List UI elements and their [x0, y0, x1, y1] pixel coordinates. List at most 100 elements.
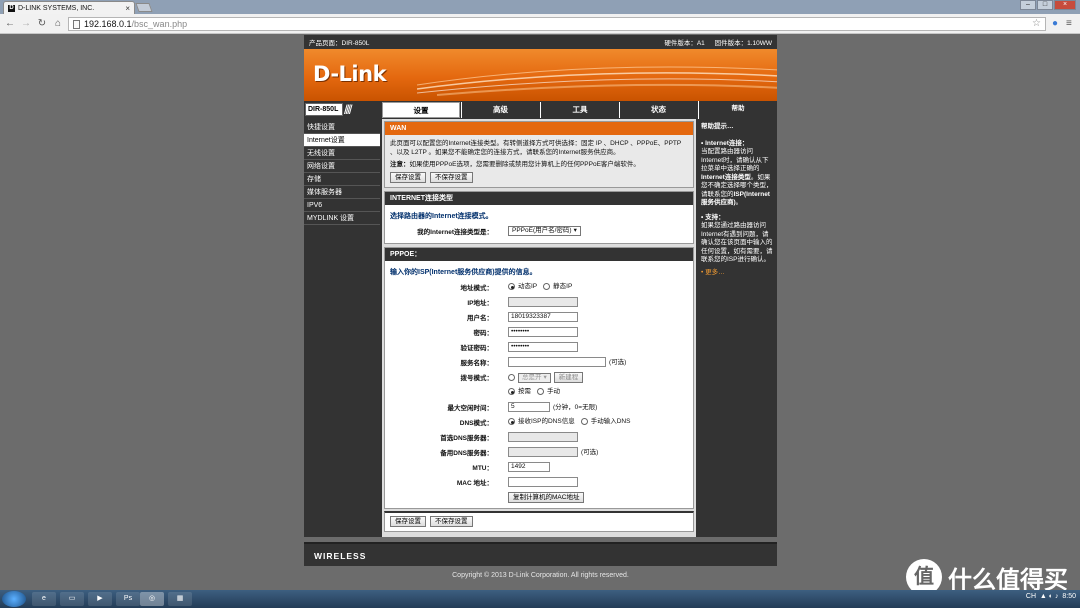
side-item-storage[interactable]: 存储 [304, 173, 380, 186]
main-content: WAN 此页面可以配置您的Internet连接类型。有转侧道择方式可供选择：固定… [382, 119, 696, 537]
wan-panel: WAN 此页面可以配置您的Internet连接类型。有转侧道择方式可供选择：固定… [384, 121, 694, 188]
fw-version: 固件版本：1.10WW [714, 40, 772, 47]
maximize-button[interactable]: □ [1037, 0, 1053, 10]
home-icon[interactable]: ⌂ [52, 18, 64, 30]
media-icon[interactable]: ▶ [88, 592, 112, 606]
tab-close-icon[interactable]: × [125, 4, 130, 13]
tray-clock[interactable]: 8:50 [1062, 593, 1076, 600]
back-arrow-icon[interactable]: ← [4, 18, 16, 30]
side-item-internet[interactable]: Internet设置 [304, 134, 380, 147]
password-input[interactable]: •••••••• [508, 327, 578, 337]
wan-body: 此页面可以配置您的Internet连接类型。有转侧道择方式可供选择：固定 IP … [385, 135, 693, 187]
browser-tab[interactable]: D D-LINK SYSTEMS, INC. × [3, 1, 135, 14]
bottom-buttons-panel: 保存设置 不保存设置 [384, 511, 694, 532]
wireless-footer: WIRELESS [304, 542, 777, 566]
conn-type-body: 选择路由器的Internet连接模式。 我的Internet连接类型是： PPP… [385, 205, 693, 243]
conn-type-label: 我的Internet连接类型是： [417, 229, 493, 236]
addr-mode-label: 地址模式： [460, 285, 494, 292]
manual-radio[interactable] [537, 388, 544, 395]
username-input[interactable]: 18019323387 [508, 312, 578, 322]
save-button-top[interactable]: 保存设置 [390, 172, 426, 183]
conn-type-subtitle: 选择路由器的Internet连接模式。 [390, 213, 493, 220]
nosave-button-bottom[interactable]: 不保存设置 [430, 516, 473, 527]
schedule-select[interactable]: 总是开 ▾ [518, 372, 551, 383]
dns-manual-label: 手动输入DNS [590, 418, 631, 425]
tray-lang[interactable]: CH [1026, 593, 1036, 600]
dynamic-ip-radio[interactable] [508, 283, 515, 290]
mtu-input[interactable]: 1492 [508, 462, 550, 472]
static-ip-radio[interactable] [543, 283, 551, 290]
new-schedule-button[interactable]: 新建程 [553, 372, 584, 383]
idle-time-unit: (分钟，0=无限) [553, 403, 598, 411]
schedule-value: 总是开 [522, 373, 542, 381]
windows-start-icon[interactable] [2, 591, 26, 607]
save-button-bottom[interactable]: 保存设置 [390, 516, 426, 527]
ip-input[interactable] [508, 297, 578, 307]
side-item-network[interactable]: 网络设置 [304, 160, 380, 173]
ps-icon[interactable]: Ps [116, 592, 140, 606]
side-item-ipv6[interactable]: IPV6 [304, 199, 380, 212]
on-demand-label: 按需 [518, 388, 531, 395]
model-slashes: //// [344, 102, 353, 117]
secondary-dns-optional: (可选) [581, 448, 599, 456]
app-icon[interactable]: ▦ [168, 592, 192, 606]
url-host: 192.168.0.1 [84, 19, 132, 29]
side-item-media-server[interactable]: 媒体服务器 [304, 186, 380, 199]
explorer-icon[interactable]: ▭ [60, 592, 84, 606]
forward-arrow-icon[interactable]: → [20, 18, 32, 30]
primary-dns-input[interactable] [508, 432, 578, 442]
dial-mode-label: 拨号模式： [460, 375, 494, 382]
mac-label: MAC 地址： [456, 480, 493, 487]
always-on-radio[interactable] [508, 374, 515, 381]
top-nav: DIR-850L //// 设置 高级 工具 状态 帮助 [304, 101, 777, 519]
router-topinfo: 产品页面：DIR-850L 硬件版本：A1 固件版本：1.10WW [304, 35, 777, 49]
bookmark-star-icon[interactable]: ☆ [1032, 18, 1041, 30]
dns-isp-radio[interactable] [508, 418, 515, 425]
hw-version: 硬件版本：A1 [664, 40, 705, 47]
system-tray: CH ▲ ◐ ♪ 8:50 [1025, 593, 1076, 600]
dns-isp-label: 接收ISP的DNS信息 [518, 418, 575, 425]
tab-advanced[interactable]: 高级 [461, 102, 539, 118]
help-more-link[interactable]: • 更多… [701, 269, 774, 278]
router-body: 快捷设置 Internet设置 无线设置 网络设置 存储 媒体服务器 IPV6 … [304, 119, 777, 537]
side-item-quick-setup[interactable]: 快捷设置 [304, 121, 380, 134]
help-section-internet: • Internet连接： 当配置路由器访问Internet时，请确认从下拉菜单… [701, 139, 773, 207]
dns-manual-radio[interactable] [580, 418, 588, 425]
mac-input[interactable] [508, 477, 578, 487]
on-demand-radio[interactable] [508, 388, 515, 395]
mtu-label: MTU： [472, 465, 493, 472]
extension-icon[interactable]: ● [1052, 18, 1058, 30]
verify-password-input[interactable]: •••••••• [508, 342, 578, 352]
wan-note-label: 注意： [390, 161, 410, 168]
conn-type-select[interactable]: PPPoE(用户名/密码) ▾ [508, 226, 581, 236]
tab-title: D-LINK SYSTEMS, INC. [18, 4, 95, 12]
side-menu: 快捷设置 Internet设置 无线设置 网络设置 存储 媒体服务器 IPV6 … [304, 121, 380, 225]
pppoe-body: 输入你的ISP(Internet服务供应商)提供的信息。 地址模式： 动态IP … [385, 261, 693, 508]
chrome-icon[interactable]: ◎ [140, 592, 164, 606]
service-name-input[interactable] [508, 357, 606, 367]
ip-label: IP地址： [467, 300, 493, 307]
address-bar[interactable]: 192.168.0.1/bsc_wan.php ☆ [68, 17, 1046, 31]
service-optional: (可选) [609, 358, 627, 366]
reload-icon[interactable]: ↻ [36, 18, 48, 30]
menu-icon[interactable]: ≡ [1066, 18, 1072, 30]
dlink-logo: D-Link [313, 62, 387, 86]
close-window-button[interactable]: × [1054, 0, 1076, 10]
tab-tools[interactable]: 工具 [540, 102, 619, 118]
password-label: 密码： [473, 330, 494, 337]
ie-icon[interactable]: e [32, 592, 56, 606]
minimize-button[interactable]: – [1020, 0, 1036, 10]
nosave-button-top[interactable]: 不保存设置 [430, 172, 473, 183]
secondary-dns-input[interactable] [508, 447, 578, 457]
chevron-down-icon: ▾ [543, 373, 547, 381]
clone-mac-button[interactable]: 复制计算机的MAC地址 [508, 492, 585, 503]
side-item-mydlink[interactable]: MYDLINK 设置 [304, 212, 380, 225]
tab-status[interactable]: 状态 [619, 102, 697, 118]
new-tab-button[interactable] [135, 3, 153, 12]
idle-time-input[interactable]: 5 [508, 402, 550, 412]
side-item-wireless[interactable]: 无线设置 [304, 147, 380, 160]
pppoe-panel: PPPOE： 输入你的ISP(Internet服务供应商)提供的信息。 地址模式… [384, 247, 694, 509]
pppoe-heading: PPPOE： [385, 248, 693, 261]
tab-setup[interactable]: 设置 [382, 102, 460, 118]
help-title: 帮助提示… [701, 123, 734, 130]
